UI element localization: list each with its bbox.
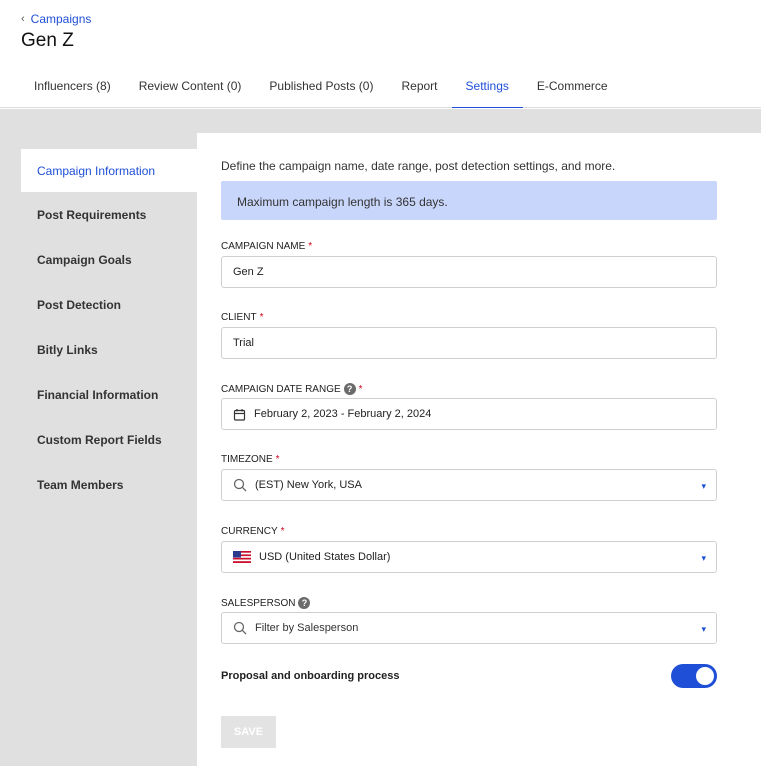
settings-body: Campaign Information Post Requirements C… (0, 109, 761, 766)
date-range-label: Campaign Date Range ? * (221, 383, 363, 395)
proposal-toggle[interactable] (671, 664, 717, 688)
search-icon (233, 621, 247, 635)
settings-sidebar: Campaign Information Post Requirements C… (21, 149, 197, 507)
salesperson-select[interactable]: Filter by Salesperson ▾ (221, 612, 717, 644)
max-length-notice: Maximum campaign length is 365 days. (221, 181, 717, 220)
sidebar-item-campaign-goals[interactable]: Campaign Goals (21, 237, 197, 282)
help-icon[interactable]: ? (298, 597, 311, 609)
timezone-value: (EST) New York, USA (255, 479, 362, 491)
currency-label: Currency * (221, 526, 285, 537)
sidebar-item-post-detection[interactable]: Post Detection (21, 282, 197, 327)
sidebar-item-financial-information[interactable]: Financial Information (21, 372, 197, 417)
help-icon[interactable]: ? (343, 383, 356, 395)
client-input[interactable]: Trial (221, 327, 717, 359)
client-value: Trial (233, 337, 254, 349)
back-to-campaigns-link[interactable]: ‹ Campaigns (21, 12, 91, 26)
page-header: ‹ Campaigns Gen Z Influencers (8) Review… (0, 0, 761, 108)
us-flag-icon (233, 551, 251, 563)
toggle-knob (696, 667, 714, 685)
required-marker: * (280, 526, 285, 537)
required-marker: * (259, 312, 264, 323)
tab-influencers[interactable]: Influencers (8) (20, 70, 125, 108)
salesperson-label: Salesperson ? (221, 597, 311, 609)
timezone-select[interactable]: (EST) New York, USA ▾ (221, 469, 717, 501)
campaign-information-panel: Define the campaign name, date range, po… (197, 133, 761, 766)
tab-e-commerce[interactable]: E-Commerce (523, 70, 622, 108)
required-marker: * (358, 383, 363, 395)
required-marker: * (308, 241, 313, 252)
tab-review-content[interactable]: Review Content (0) (125, 70, 256, 108)
search-icon (233, 478, 247, 492)
chevron-down-icon[interactable]: ▾ (701, 481, 706, 492)
client-label: Client * (221, 312, 264, 323)
campaign-name-value: Gen Z (233, 266, 264, 278)
save-button[interactable]: SAVE (221, 716, 276, 748)
chevron-down-icon[interactable]: ▾ (701, 553, 706, 564)
timezone-label: Timezone * (221, 454, 280, 465)
chevron-left-icon: ‹ (21, 13, 25, 25)
calendar-icon (233, 408, 246, 421)
currency-value: USD (United States Dollar) (259, 551, 391, 563)
tab-published-posts[interactable]: Published Posts (0) (255, 70, 387, 108)
date-range-input[interactable]: February 2, 2023 - February 2, 2024 (221, 398, 717, 430)
tab-report[interactable]: Report (387, 70, 451, 108)
required-marker: * (275, 454, 280, 465)
campaign-name-label: Campaign Name * (221, 241, 313, 252)
sidebar-item-team-members[interactable]: Team Members (21, 462, 197, 507)
section-intro: Define the campaign name, date range, po… (221, 159, 616, 173)
salesperson-placeholder: Filter by Salesperson (255, 622, 359, 634)
back-link-label: Campaigns (30, 12, 92, 26)
tab-settings[interactable]: Settings (451, 70, 523, 108)
chevron-down-icon[interactable]: ▾ (701, 624, 706, 635)
sidebar-item-bitly-links[interactable]: Bitly Links (21, 327, 197, 372)
proposal-toggle-label: Proposal and onboarding process (221, 670, 400, 682)
sidebar-item-campaign-information[interactable]: Campaign Information (21, 149, 197, 192)
tab-bar: Influencers (8) Review Content (0) Publi… (20, 70, 622, 108)
sidebar-item-custom-report-fields[interactable]: Custom Report Fields (21, 417, 197, 462)
page-title: Gen Z (21, 30, 74, 51)
currency-select[interactable]: USD (United States Dollar) ▾ (221, 541, 717, 573)
sidebar-item-post-requirements[interactable]: Post Requirements (21, 192, 197, 237)
date-range-value: February 2, 2023 - February 2, 2024 (254, 408, 432, 420)
campaign-name-input[interactable]: Gen Z (221, 256, 717, 288)
